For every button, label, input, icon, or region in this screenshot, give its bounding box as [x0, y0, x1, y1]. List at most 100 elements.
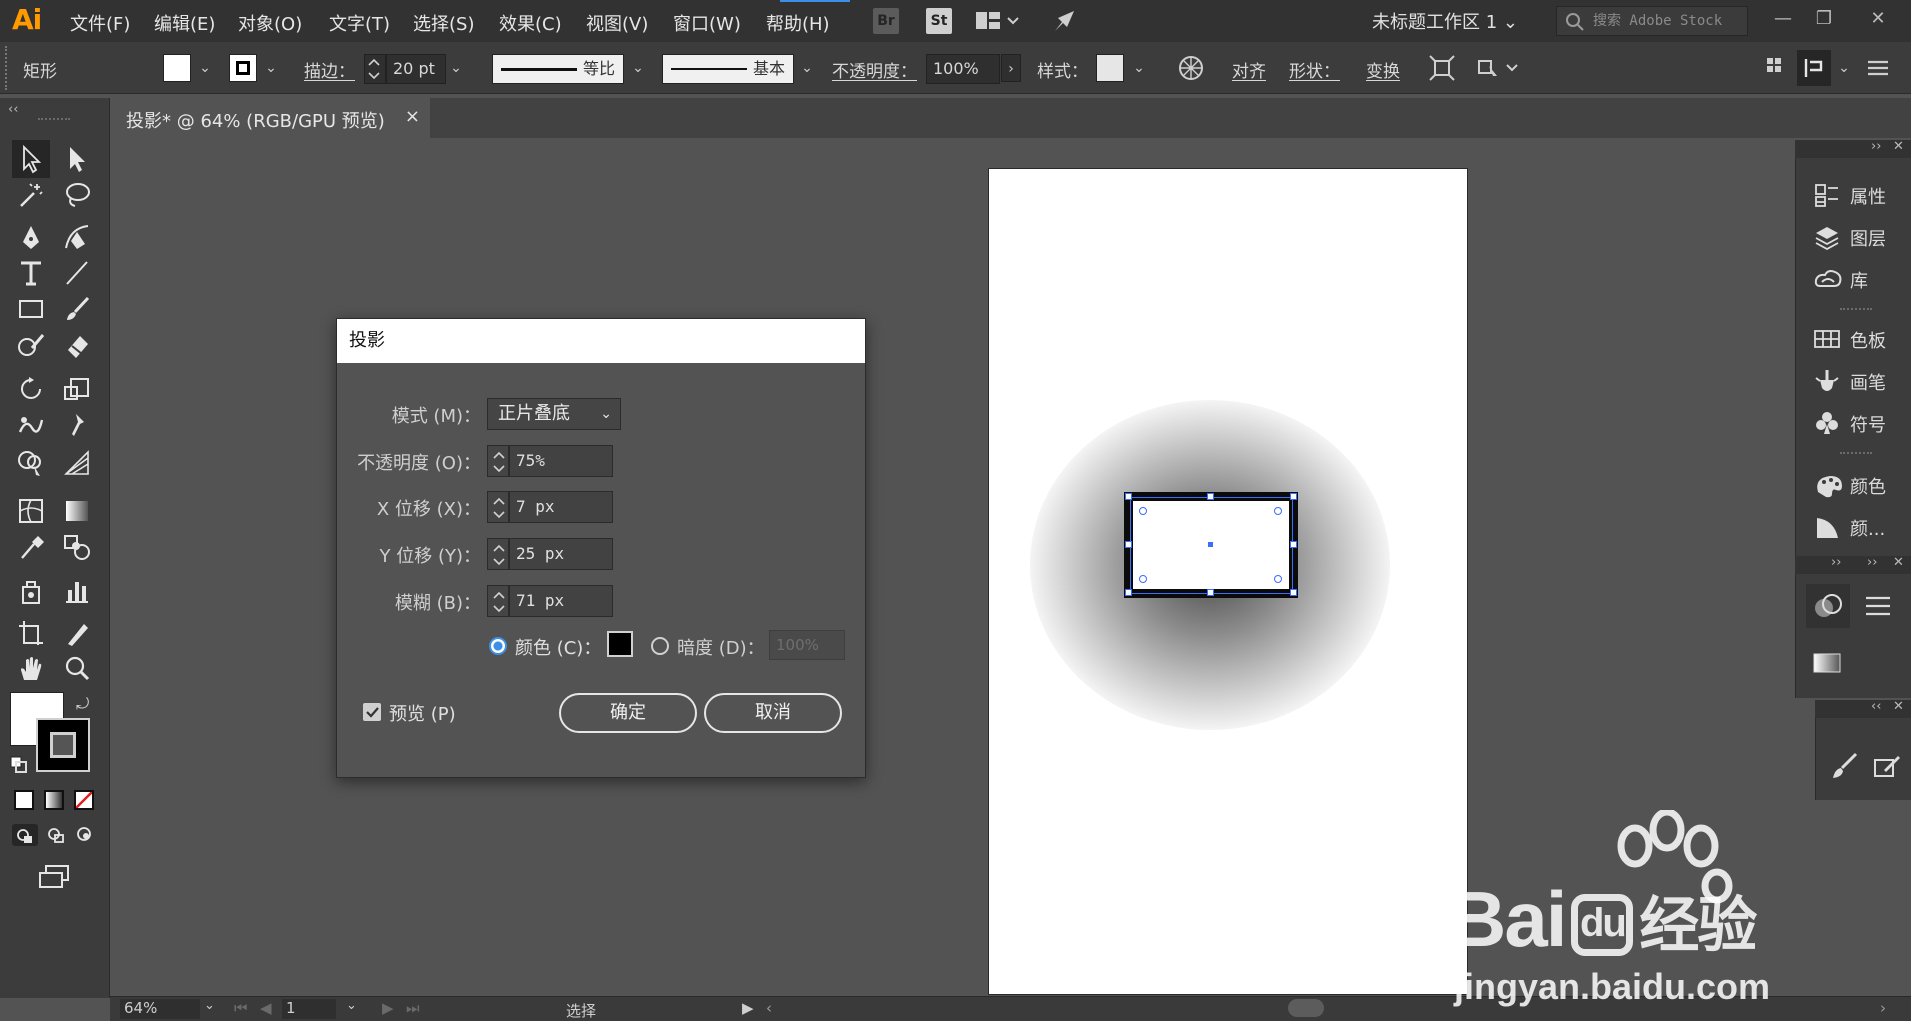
darkness-radio[interactable] — [651, 637, 669, 655]
zoom-field[interactable]: 64% — [120, 999, 200, 1019]
previous-artboard-icon[interactable]: ◀ — [260, 999, 272, 1017]
menu-object[interactable]: 对象(O) — [238, 10, 302, 36]
magic-wand-tool-icon[interactable] — [16, 180, 46, 210]
mode-select[interactable]: 正片叠底 ⌄ — [487, 398, 621, 430]
selection-handle[interactable] — [1290, 541, 1297, 548]
draw-normal-icon[interactable] — [12, 824, 38, 851]
ok-button[interactable]: 确定 — [559, 693, 697, 733]
selection-handle[interactable] — [1290, 589, 1297, 596]
panel-swatches[interactable]: 色板 — [1796, 318, 1911, 358]
paintbrush-tool-icon[interactable] — [62, 294, 92, 324]
menu-view[interactable]: 视图(V) — [586, 10, 648, 36]
align-label[interactable]: 对齐 — [1232, 57, 1266, 82]
panel-libraries[interactable]: 库 — [1796, 258, 1911, 298]
blur-input[interactable]: 71 px — [509, 585, 613, 617]
draw-behind-icon[interactable] — [44, 824, 66, 851]
stroke-color-box[interactable] — [36, 718, 90, 772]
stroke-width-input[interactable]: 20 pt — [386, 54, 446, 84]
restore-button[interactable]: ❐ — [1806, 4, 1842, 34]
warp-tool-icon[interactable] — [16, 410, 46, 440]
panel-brushes[interactable]: 画笔 — [1796, 360, 1911, 400]
blend-tool-icon[interactable] — [62, 532, 92, 562]
preview-checkbox[interactable] — [363, 703, 381, 721]
menu-effect[interactable]: 效果(C) — [499, 10, 562, 36]
collapse-panels-icon[interactable]: ›› — [1867, 555, 1877, 570]
chevron-down-icon[interactable]: ⌄ — [195, 54, 215, 82]
stroke-stepper[interactable] — [364, 54, 386, 84]
properties-toggle-icon[interactable] — [1797, 50, 1831, 86]
artboard-number-field[interactable]: 1 — [282, 999, 336, 1019]
minimize-button[interactable]: — — [1765, 4, 1801, 34]
perspective-grid-tool-icon[interactable] — [62, 448, 92, 478]
shape-label[interactable]: 形状： — [1289, 57, 1340, 82]
brush-definition[interactable]: 基本 — [662, 54, 794, 84]
default-colors-icon[interactable] — [10, 756, 28, 774]
eyedropper-tool-icon[interactable] — [16, 532, 46, 562]
corner-widget[interactable] — [1139, 507, 1147, 515]
workspace-switcher[interactable]: 未标题工作区 1 ⌄ — [1372, 8, 1518, 34]
gradient-tool-icon[interactable] — [62, 496, 92, 526]
puppet-warp-tool-icon[interactable] — [62, 410, 92, 440]
shape-builder-tool-icon[interactable] — [16, 448, 46, 478]
selection-handle[interactable] — [1125, 589, 1132, 596]
chevron-down-icon[interactable]: ⌄ — [346, 998, 357, 1013]
screen-mode-icon[interactable] — [38, 864, 72, 895]
blur-stepper[interactable] — [487, 585, 509, 617]
line-segment-tool-icon[interactable] — [62, 258, 92, 288]
close-panel-icon[interactable]: ✕ — [1893, 699, 1904, 714]
transform-label[interactable]: 变换 — [1366, 57, 1400, 82]
collapse-panels-icon[interactable]: ›› — [1831, 555, 1841, 570]
panel-color-guide[interactable]: 颜... — [1796, 506, 1911, 546]
none-mode-icon[interactable] — [74, 790, 94, 810]
rotate-tool-icon[interactable] — [16, 374, 46, 404]
chevron-down-icon[interactable]: ⌄ — [1129, 54, 1149, 82]
menu-icon[interactable] — [1864, 56, 1892, 85]
opacity-input[interactable]: 100% — [926, 54, 1000, 84]
document-tab[interactable]: 投影* @ 64% (RGB/GPU 预览) × — [110, 98, 430, 138]
chevron-down-icon[interactable]: ⌄ — [204, 998, 215, 1013]
chevron-right-icon[interactable]: › — [1001, 54, 1021, 82]
shaper-tool-icon[interactable] — [16, 330, 46, 360]
panel-layout-icon[interactable] — [1765, 56, 1785, 85]
selection-handle[interactable] — [1125, 541, 1132, 548]
select-similar-icon[interactable] — [1475, 54, 1521, 87]
gpu-performance-icon[interactable] — [1052, 8, 1078, 39]
stroke-label[interactable]: 描边： — [304, 57, 355, 82]
x-offset-input[interactable]: 7 px — [509, 491, 613, 523]
panel-properties[interactable]: 属性 — [1796, 174, 1911, 214]
variable-width-profile[interactable]: 等比 — [492, 54, 624, 84]
corner-widget[interactable] — [1274, 575, 1282, 583]
close-panel-icon[interactable]: ✕ — [1893, 139, 1904, 154]
menu-select[interactable]: 选择(S) — [413, 10, 474, 36]
selection-tool-icon[interactable] — [16, 144, 46, 174]
column-graph-tool-icon[interactable] — [62, 576, 92, 606]
selection-handle[interactable] — [1125, 493, 1132, 500]
menu-file[interactable]: 文件(F) — [70, 10, 130, 36]
stock-button[interactable]: St — [926, 8, 952, 34]
fill-swatch[interactable] — [163, 54, 191, 82]
selection-handle[interactable] — [1290, 493, 1297, 500]
isolate-icon[interactable] — [1428, 54, 1456, 87]
chevron-down-icon[interactable]: ⌄ — [261, 54, 281, 82]
status-menu-icon[interactable]: ▶ — [742, 999, 754, 1017]
chevron-down-icon[interactable]: ⌄ — [1834, 54, 1854, 82]
bridge-button[interactable]: Br — [873, 8, 899, 34]
artboard-tool-icon[interactable] — [16, 618, 46, 648]
close-window-button[interactable]: ✕ — [1860, 4, 1896, 34]
curvature-tool-icon[interactable] — [62, 222, 92, 252]
corner-widget[interactable] — [1274, 507, 1282, 515]
y-offset-stepper[interactable] — [487, 538, 509, 570]
first-artboard-icon[interactable]: ⏮ — [234, 999, 248, 1017]
eraser-tool-icon[interactable] — [62, 330, 92, 360]
swap-colors-icon[interactable]: ⤾ — [76, 694, 89, 714]
chevron-down-icon[interactable]: ⌄ — [628, 54, 648, 82]
menu-help[interactable]: 帮助(H) — [766, 10, 830, 36]
appearance-panel-icon[interactable] — [1806, 584, 1850, 628]
panel-symbols[interactable]: 符号 — [1796, 402, 1911, 442]
last-artboard-icon[interactable]: ⏭ — [406, 999, 420, 1017]
direct-selection-tool-icon[interactable] — [62, 144, 92, 174]
opacity-label[interactable]: 不透明度： — [832, 57, 917, 82]
arrange-documents-icon[interactable] — [976, 10, 1022, 37]
color-mode-icon[interactable] — [14, 790, 34, 810]
color-radio[interactable] — [489, 637, 507, 655]
